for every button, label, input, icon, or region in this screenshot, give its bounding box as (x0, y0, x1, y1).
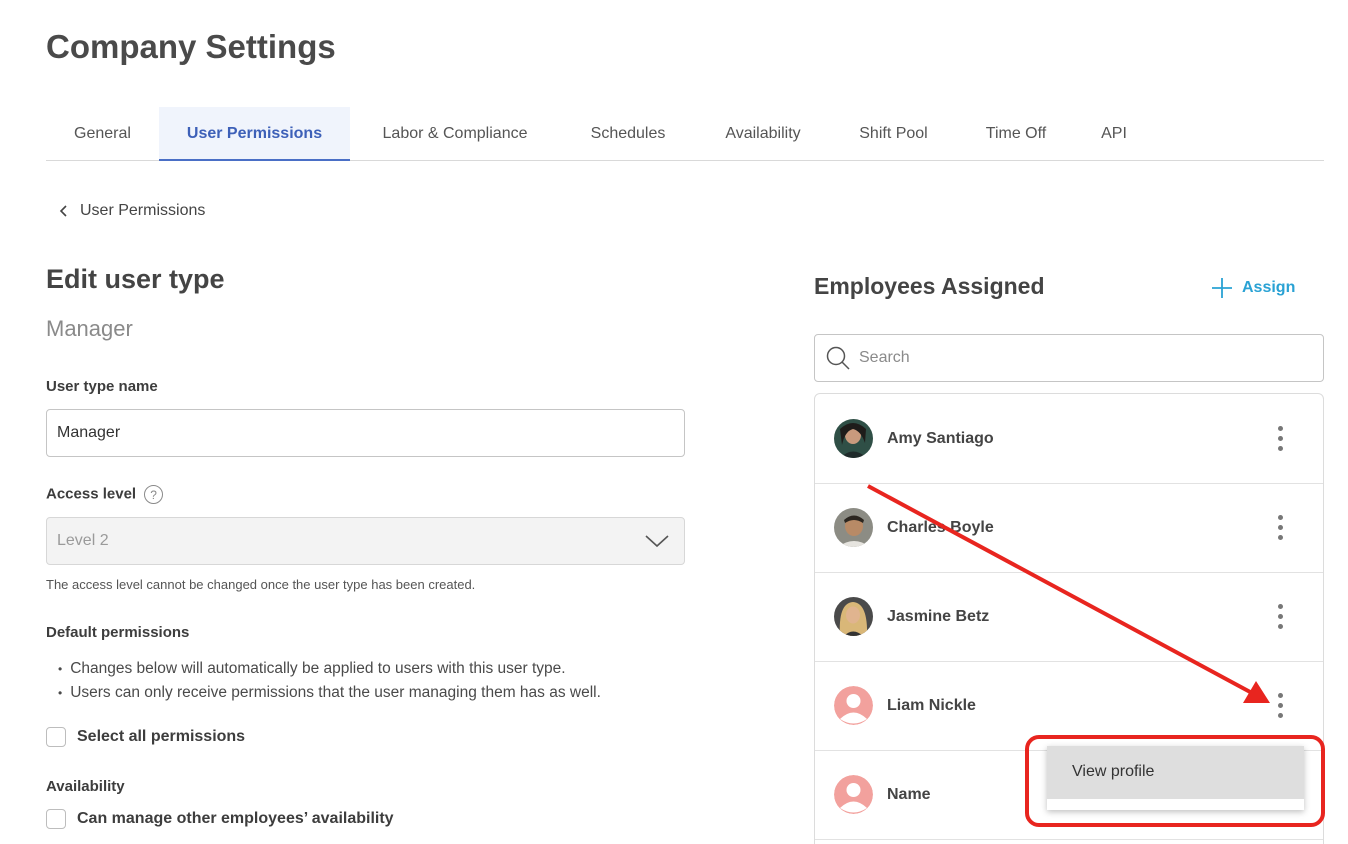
default-permissions-label: Default permissions (46, 624, 190, 641)
settings-tabs: General User Permissions Labor & Complia… (46, 107, 1324, 161)
user-type-name-label: User type name (46, 378, 158, 395)
more-options-icon[interactable] (1265, 419, 1295, 459)
help-icon[interactable]: ? (144, 485, 164, 504)
manage-availability-label: Can manage other employees’ availability (77, 810, 394, 827)
list-item[interactable]: Liam Nickle (815, 661, 1323, 751)
access-level-select: Level 2 (46, 517, 685, 565)
user-type-name-input[interactable] (46, 409, 685, 457)
manage-availability-checkbox[interactable] (46, 809, 66, 829)
employee-name: Jasmine Betz (887, 607, 990, 625)
access-level-label-row: Access level? (46, 485, 164, 504)
view-profile-menu-item[interactable]: View profile (1047, 746, 1304, 799)
employee-name: Amy Santiago (887, 429, 994, 447)
user-placeholder-icon (834, 775, 873, 814)
tab-labor-compliance[interactable]: Labor & Compliance (350, 107, 560, 161)
user-placeholder-icon (834, 686, 873, 725)
list-item[interactable]: Amy Santiago (815, 394, 1323, 484)
permissions-notes: Changes below will automatically be appl… (58, 657, 601, 705)
more-options-icon[interactable] (1265, 686, 1295, 726)
manage-availability-option[interactable]: Can manage other employees’ availability (46, 809, 394, 829)
edit-section-subtitle: Manager (46, 316, 133, 341)
tab-shift-pool[interactable]: Shift Pool (830, 107, 957, 161)
more-options-icon[interactable] (1265, 508, 1295, 548)
tab-general[interactable]: General (46, 107, 159, 161)
permissions-note: Changes below will automatically be appl… (58, 657, 601, 681)
select-all-permissions[interactable]: Select all permissions (46, 727, 245, 747)
access-level-label: Access level (46, 485, 137, 503)
tab-availability[interactable]: Availability (696, 107, 830, 161)
avatar (834, 597, 873, 636)
select-all-label: Select all permissions (77, 728, 246, 745)
chevron-down-icon (645, 535, 669, 548)
search-input[interactable] (859, 349, 1309, 367)
avatar (834, 508, 873, 547)
tab-user-permissions[interactable]: User Permissions (159, 107, 350, 161)
permissions-note: Users can only receive permissions that … (58, 681, 601, 705)
access-level-helper: The access level cannot be changed once … (46, 577, 476, 592)
assign-button[interactable]: Assign (1210, 276, 1295, 300)
chevron-left-icon (59, 205, 67, 217)
breadcrumb-back[interactable]: User Permissions (58, 202, 205, 220)
select-all-checkbox[interactable] (46, 727, 66, 747)
tab-schedules[interactable]: Schedules (560, 107, 696, 161)
plus-icon (1212, 278, 1232, 298)
edit-section-title: Edit user type (46, 264, 225, 294)
search-icon (826, 346, 850, 370)
assign-label: Assign (1242, 279, 1296, 296)
employee-name: Charles Boyle (887, 518, 994, 536)
availability-label: Availability (46, 778, 125, 795)
more-options-icon[interactable] (1265, 597, 1295, 637)
list-item[interactable]: Jasmine Betz (815, 572, 1323, 662)
employee-name: Name (887, 785, 931, 803)
employees-assigned-title: Employees Assigned (814, 273, 1045, 299)
list-item[interactable]: Charles Boyle (815, 483, 1323, 573)
tab-time-off[interactable]: Time Off (957, 107, 1075, 161)
avatar (834, 419, 873, 458)
page-title: Company Settings (46, 28, 336, 65)
access-level-value: Level 2 (57, 532, 109, 549)
tab-api[interactable]: API (1075, 107, 1153, 161)
employee-search (814, 334, 1324, 382)
breadcrumb-label: User Permissions (80, 202, 206, 219)
employee-actions-menu: View profile (1047, 746, 1304, 810)
employee-name: Liam Nickle (887, 696, 976, 714)
